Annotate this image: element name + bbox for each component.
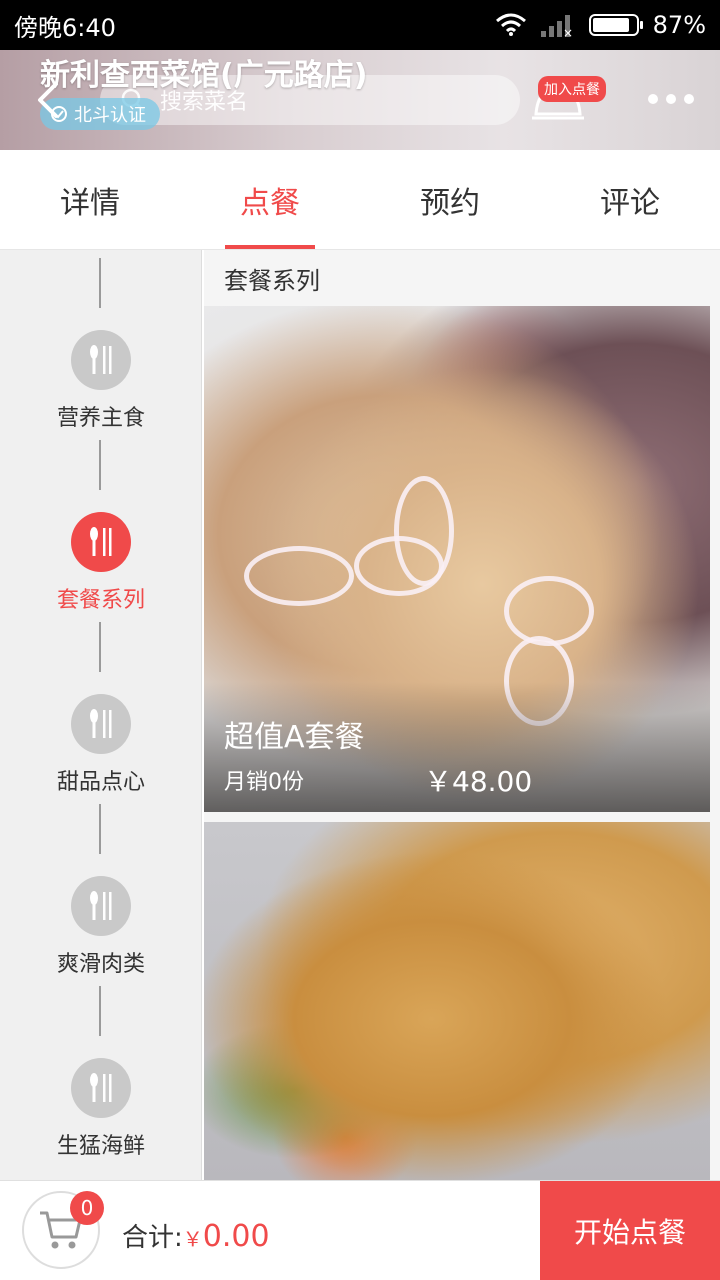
signal-icon: × — [540, 15, 573, 37]
status-bar: 傍晚6:40 × 87% — [0, 0, 720, 50]
food-price: ￥48.00 — [424, 765, 533, 798]
category-sidebar: 营养主食 套餐系列 甜品点心 爽滑肉类 生猛海鲜 — [0, 250, 202, 1180]
back-icon[interactable] — [30, 80, 64, 120]
food-card[interactable]: 超值A套餐 月销0份 ￥48.00 — [204, 306, 710, 812]
sidebar-item-label: 营养主食 — [56, 406, 145, 431]
tab-order[interactable]: 点餐 — [180, 150, 360, 249]
status-icons: × 87% — [495, 11, 706, 39]
timeline-line — [99, 804, 101, 854]
add-order-badge: 加入点餐 — [538, 76, 606, 102]
sidebar-item-staple[interactable]: 营养主食 — [0, 330, 201, 450]
more-icon[interactable] — [648, 94, 694, 104]
battery-percent: 87% — [652, 11, 706, 39]
tab-details[interactable]: 详情 — [0, 150, 180, 249]
status-time: 傍晚6:40 — [14, 13, 116, 42]
timeline-line — [99, 986, 101, 1036]
sidebar-item-seafood[interactable]: 生猛海鲜 — [0, 1058, 201, 1178]
svg-text:×: × — [563, 26, 573, 37]
food-photo-detail — [394, 476, 454, 586]
wifi-icon — [495, 13, 526, 36]
total-amount: 0.00 — [202, 1219, 270, 1254]
food-card[interactable] — [204, 822, 710, 1180]
cutlery-icon — [71, 876, 131, 936]
food-photo-detail — [504, 576, 594, 646]
shop-header: 搜索菜名 新利查西菜馆(广元路店) 北斗认证 加入点餐 — [0, 50, 720, 150]
food-sales: 月销0份 — [224, 770, 304, 795]
sidebar-item-dessert[interactable]: 甜品点心 — [0, 694, 201, 814]
menu-content: 套餐系列 超值A套餐 月销0份 ￥48.00 — [204, 250, 720, 1180]
tab-reviews[interactable]: 评论 — [540, 150, 720, 249]
section-title: 套餐系列 — [204, 250, 720, 306]
food-photo — [204, 822, 710, 1180]
cutlery-icon — [71, 512, 131, 572]
tab-reserve[interactable]: 预约 — [360, 150, 540, 249]
sidebar-item-label: 套餐系列 — [56, 588, 145, 613]
cutlery-icon — [71, 1058, 131, 1118]
sidebar-item-label: 爽滑肉类 — [56, 952, 145, 977]
cert-label: 北斗认证 — [74, 105, 146, 126]
cutlery-icon — [71, 694, 131, 754]
battery-icon — [588, 14, 643, 36]
sidebar-item-set-meal[interactable]: 套餐系列 — [0, 512, 201, 632]
timeline-line — [99, 258, 101, 308]
cutlery-icon — [71, 330, 131, 390]
total-display: 合计:￥0.00 — [122, 1217, 270, 1254]
total-label: 合计: — [122, 1223, 183, 1253]
timeline-line — [99, 622, 101, 672]
total-currency: ￥ — [182, 1227, 203, 1251]
start-order-button[interactable]: 开始点餐 — [540, 1181, 720, 1280]
sidebar-item-meat[interactable]: 爽滑肉类 — [0, 876, 201, 996]
sidebar-item-label: 甜品点心 — [56, 770, 145, 795]
timeline-line — [99, 440, 101, 490]
shop-name: 新利查西菜馆(广元路店) — [40, 58, 368, 93]
food-name: 超值A套餐 — [224, 720, 365, 755]
sidebar-item-label: 生猛海鲜 — [56, 1134, 145, 1159]
bottom-bar: 0 合计:￥0.00 开始点餐 — [0, 1180, 720, 1280]
food-photo-detail — [244, 546, 354, 606]
cart-count-badge: 0 — [70, 1191, 104, 1225]
tab-bar: 详情 点餐 预约 评论 — [0, 150, 720, 250]
